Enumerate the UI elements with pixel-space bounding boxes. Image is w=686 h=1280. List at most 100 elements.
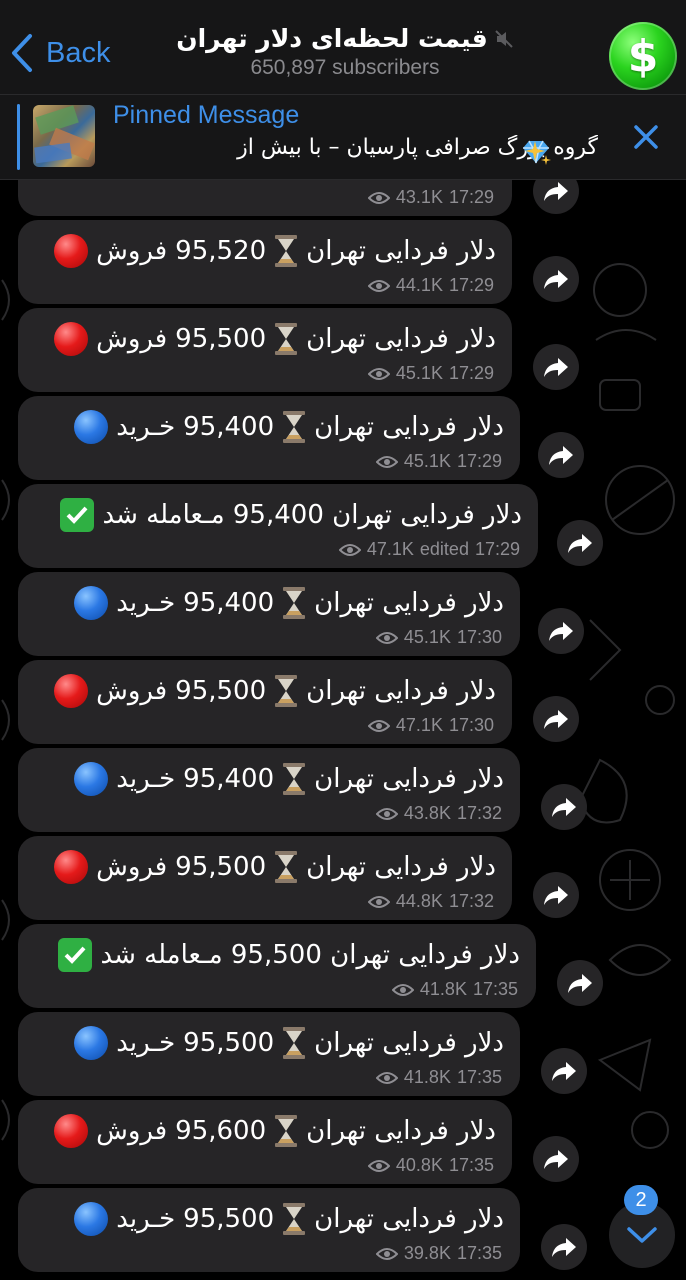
- views-eye-icon: [367, 1159, 390, 1172]
- subscriber-count: 650,897 subscribers: [250, 56, 440, 79]
- message-text: دلار فردایی تهران 95,500 فروش: [54, 674, 496, 708]
- message-meta: 41.8K 17:35: [375, 1067, 502, 1088]
- message-meta: 45.1K 17:30: [375, 627, 502, 648]
- message-text: دلار فردایی تهران 95,600 فروش: [54, 1114, 496, 1148]
- views-eye-icon: [367, 279, 390, 292]
- forward-arrow-icon: [568, 974, 592, 993]
- message-bubble[interactable]: دلار فردایی تهران 95,400 خـرید 45.1K 17:…: [18, 572, 520, 656]
- views-eye-icon: [375, 455, 398, 468]
- message-meta: 43.1K 17:29: [367, 187, 494, 208]
- blue-circle-icon: [74, 762, 109, 796]
- message-text: دلار فردایی تهران 95,500 مـعامله شد: [58, 938, 520, 972]
- message-bubble[interactable]: دلار فردایی تهران 95,500 خـرید 39.8K 17:…: [18, 1188, 520, 1272]
- message-text: دلار فردایی تهران 95,400 مـعامله شد: [60, 498, 522, 532]
- forward-button[interactable]: [541, 784, 587, 830]
- forward-arrow-icon: [568, 534, 592, 553]
- message-bubble[interactable]: دلار فردایی تهران 95,400 خـرید 45.1K 17:…: [18, 396, 520, 480]
- hourglass-icon: [283, 411, 306, 443]
- forward-button[interactable]: [533, 872, 579, 918]
- check-mark-icon: [60, 498, 95, 532]
- forward-arrow-icon: [552, 1238, 576, 1257]
- message-text: دلار فردایی تهران 95,400 خـرید: [74, 586, 504, 620]
- chevron-left-icon: [12, 34, 32, 72]
- back-button[interactable]: Back: [10, 30, 110, 76]
- forward-button[interactable]: [538, 432, 584, 478]
- forward-arrow-icon: [544, 710, 568, 729]
- forward-arrow-icon: [544, 270, 568, 289]
- message-meta: 43.8K 17:32: [375, 803, 502, 824]
- message-text: دلار فردایی تهران 95,500 خـرید: [74, 1202, 504, 1236]
- forward-button[interactable]: [557, 960, 603, 1006]
- message-bubble[interactable]: دلار فردایی تهران 95,500 خـرید 41.8K 17:…: [18, 1012, 520, 1096]
- forward-button[interactable]: [538, 608, 584, 654]
- message-bubble[interactable]: دلار فردایی تهران 95,500 فروش 47.1K 17:3…: [18, 660, 512, 744]
- channel-avatar[interactable]: $: [609, 22, 677, 90]
- red-circle-icon: [54, 234, 89, 268]
- forward-arrow-icon: [544, 886, 568, 905]
- close-icon[interactable]: [631, 122, 661, 152]
- hourglass-icon: [275, 323, 298, 355]
- pinned-thumbnail: [33, 105, 95, 167]
- forward-button[interactable]: [533, 344, 579, 390]
- message-text: دلار فردایی تهران 95,520 فروش: [54, 234, 496, 268]
- red-circle-icon: [54, 322, 89, 356]
- message-meta: 45.1K 17:29: [375, 451, 502, 472]
- sparkles-icon: [525, 141, 551, 165]
- red-circle-icon: [54, 1114, 89, 1148]
- forward-button[interactable]: [533, 256, 579, 302]
- pinned-message-bar[interactable]: Pinned Message گروه بزرگ صرافی پارسیان –…: [0, 95, 686, 180]
- forward-button[interactable]: [533, 1136, 579, 1182]
- hourglass-icon: [283, 763, 306, 795]
- forward-button[interactable]: [557, 520, 603, 566]
- hourglass-icon: [283, 1203, 306, 1235]
- forward-arrow-icon: [544, 182, 568, 201]
- forward-arrow-icon: [544, 358, 568, 377]
- views-eye-icon: [375, 1071, 398, 1084]
- message-text: دلار فردایی تهران 95,500 فروش: [54, 850, 496, 884]
- hourglass-icon: [275, 851, 298, 883]
- message-meta: 40.8K 17:35: [367, 1155, 494, 1176]
- message-list: 43.1K 17:29 دلار فردایی تهران 95,520 فرو…: [0, 0, 686, 1280]
- chat-header: Back قیمت لحظه‌ای دلار تهران 650,897 sub…: [0, 0, 686, 95]
- forward-button[interactable]: [533, 696, 579, 742]
- message-meta: 47.1K edited 17:29: [338, 539, 520, 560]
- views-eye-icon: [375, 1247, 398, 1260]
- views-eye-icon: [367, 895, 390, 908]
- views-eye-icon: [367, 367, 390, 380]
- message-bubble[interactable]: دلار فردایی تهران 95,500 مـعامله شد 41.8…: [18, 924, 536, 1008]
- red-circle-icon: [54, 850, 89, 884]
- dollar-sign-icon: $: [627, 30, 659, 82]
- forward-arrow-icon: [552, 1062, 576, 1081]
- blue-circle-icon: [74, 1026, 109, 1060]
- message-meta: 39.8K 17:35: [375, 1243, 502, 1264]
- forward-button[interactable]: [541, 1048, 587, 1094]
- views-eye-icon: [338, 543, 361, 556]
- message-bubble[interactable]: دلار فردایی تهران 95,400 خـرید 43.8K 17:…: [18, 748, 520, 832]
- forward-arrow-icon: [552, 798, 576, 817]
- forward-arrow-icon: [549, 622, 573, 641]
- forward-arrow-icon: [549, 446, 573, 465]
- forward-arrow-icon: [544, 1150, 568, 1169]
- message-bubble[interactable]: دلار فردایی تهران 95,600 فروش 40.8K 17:3…: [18, 1100, 512, 1184]
- message-bubble[interactable]: دلار فردایی تهران 95,400 مـعامله شد 47.1…: [18, 484, 538, 568]
- pinned-indicator: [17, 104, 20, 170]
- message-text: دلار فردایی تهران 95,500 خـرید: [74, 1026, 504, 1060]
- views-eye-icon: [391, 983, 414, 996]
- views-eye-icon: [367, 719, 390, 732]
- message-bubble[interactable]: دلار فردایی تهران 95,500 فروش 45.1K 17:2…: [18, 308, 512, 392]
- message-bubble[interactable]: دلار فردایی تهران 95,520 فروش 44.1K 17:2…: [18, 220, 512, 304]
- hourglass-icon: [283, 1027, 306, 1059]
- message-bubble[interactable]: دلار فردایی تهران 95,500 فروش 44.8K 17:3…: [18, 836, 512, 920]
- views-eye-icon: [375, 631, 398, 644]
- chevron-down-icon: [627, 1227, 657, 1243]
- blue-circle-icon: [74, 586, 109, 620]
- hourglass-icon: [275, 675, 298, 707]
- mute-icon: [495, 29, 513, 48]
- page-title: قیمت لحظه‌ای دلار تهران: [176, 24, 514, 53]
- message-meta: 45.1K 17:29: [367, 363, 494, 384]
- forward-button[interactable]: [541, 1224, 587, 1270]
- chat-title-block[interactable]: قیمت لحظه‌ای دلار تهران 650,897 subscrib…: [150, 24, 540, 80]
- message-meta: 47.1K 17:30: [367, 715, 494, 736]
- blue-circle-icon: [74, 410, 109, 444]
- unread-count-badge: 2: [624, 1185, 658, 1215]
